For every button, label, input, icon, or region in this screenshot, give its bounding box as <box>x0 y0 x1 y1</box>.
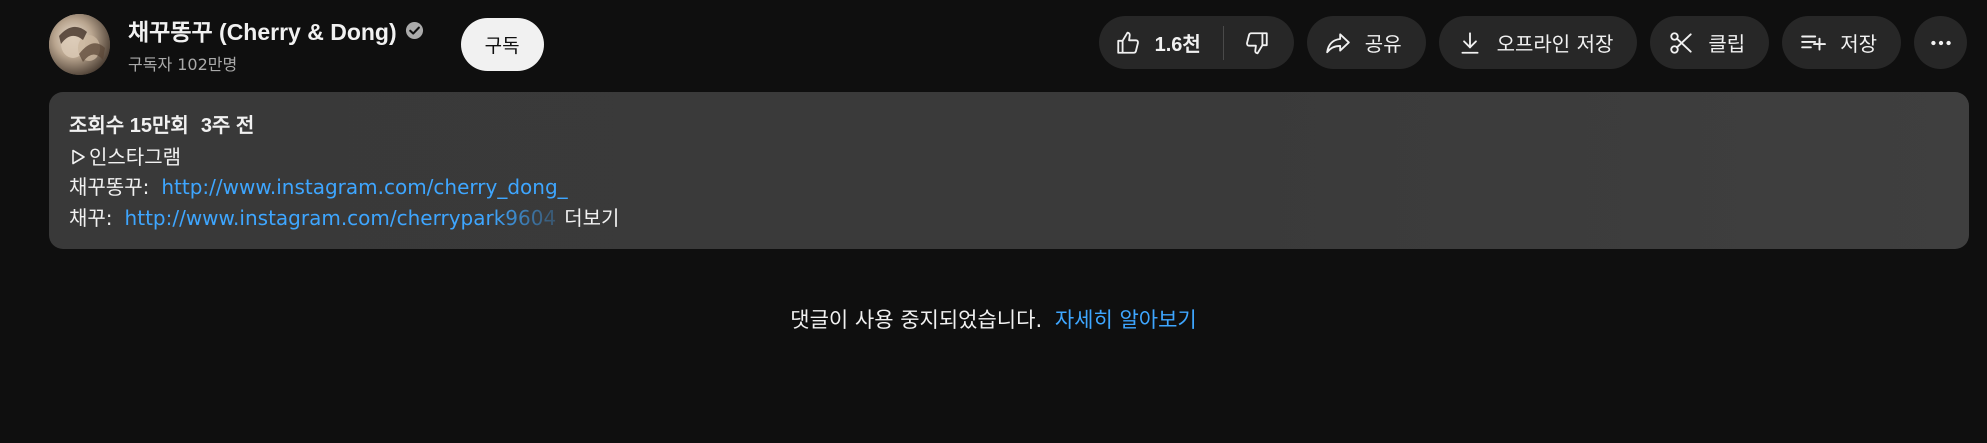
play-outline-icon <box>69 148 87 166</box>
channel-meta: 채꾸똥꾸 (Cherry & Dong) 구독자 102만명 <box>128 13 424 75</box>
download-label: 오프라인 저장 <box>1496 32 1614 56</box>
video-meta-panel: 채꾸똥꾸 (Cherry & Dong) 구독자 102만명 구독 1.6천 공… <box>0 0 1987 443</box>
link-1-label: 채꾸똥꾸: <box>69 175 150 199</box>
verified-check-icon <box>405 21 424 40</box>
thumbs-down-icon <box>1244 30 1270 56</box>
share-button[interactable]: 공유 <box>1306 16 1426 69</box>
description-box[interactable]: 조회수 15만회 3주 전 인스타그램 채꾸똥꾸: http://www.ins… <box>49 92 1969 249</box>
link-2-label: 채꾸: <box>69 205 113 230</box>
share-label: 공유 <box>1364 32 1402 56</box>
download-button[interactable]: 오프라인 저장 <box>1438 16 1638 69</box>
subscriber-count: 구독자 102만명 <box>128 55 238 74</box>
description-link-line-1: 채꾸똥꾸: http://www.instagram.com/cherry_do… <box>69 172 1949 203</box>
like-dislike-group: 1.6천 <box>1098 16 1294 69</box>
action-bar: 1.6천 공유 오프라인 저장 클립 저장 <box>1098 16 1967 69</box>
scissors-icon <box>1668 30 1694 56</box>
instagram-heading-line: 인스타그램 <box>69 142 1949 173</box>
avatar-image <box>49 13 110 75</box>
comments-disabled-text: 댓글이 사용 중지되었습니다. <box>790 308 1043 332</box>
more-actions-button[interactable] <box>1914 16 1967 69</box>
channel-name-row: 채꾸똥꾸 (Cherry & Dong) <box>128 13 424 47</box>
show-more-button[interactable]: 더보기 <box>564 203 619 234</box>
save-label: 저장 <box>1840 32 1877 56</box>
upload-age: 3주 전 <box>200 115 255 137</box>
instagram-link-cherry-dong[interactable]: http://www.instagram.com/cherry_dong_ <box>161 172 567 203</box>
share-arrow-icon <box>1325 30 1351 56</box>
dislike-button[interactable] <box>1224 16 1294 69</box>
view-count: 조회수 15만회 <box>69 115 189 137</box>
comments-disabled-notice: 댓글이 사용 중지되었습니다. 자세히 알아보기 <box>0 304 1987 334</box>
subscribe-button[interactable]: 구독 <box>460 17 544 71</box>
thumbs-up-icon <box>1115 30 1141 56</box>
save-button[interactable]: 저장 <box>1782 16 1901 69</box>
more-horizontal-icon <box>1928 30 1954 56</box>
like-button[interactable]: 1.6천 <box>1099 16 1223 69</box>
download-icon <box>1457 30 1483 56</box>
like-count: 1.6천 <box>1154 34 1201 56</box>
channel-avatar[interactable] <box>49 13 110 75</box>
clip-label: 클립 <box>1708 32 1746 56</box>
playlist-add-icon <box>1800 30 1827 56</box>
instagram-link-cherrypark[interactable]: http://www.instagram.com/cherrypark9604 <box>125 203 557 234</box>
description-stats: 조회수 15만회 3주 전 <box>69 111 1949 142</box>
learn-more-link[interactable]: 자세히 알아보기 <box>1055 308 1197 332</box>
channel-row: 채꾸똥꾸 (Cherry & Dong) 구독자 102만명 구독 <box>49 13 544 75</box>
instagram-heading: 인스타그램 <box>89 144 181 169</box>
channel-name[interactable]: 채꾸똥꾸 (Cherry & Dong) <box>128 13 397 47</box>
clip-button[interactable]: 클립 <box>1650 16 1770 69</box>
description-link-line-2: 채꾸: http://www.instagram.com/cherrypark9… <box>69 203 1949 234</box>
